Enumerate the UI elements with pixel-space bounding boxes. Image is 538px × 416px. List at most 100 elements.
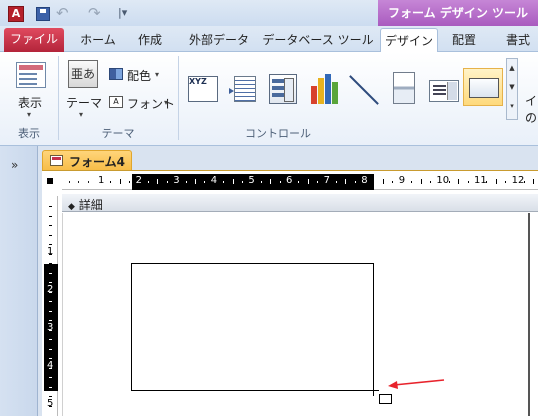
ruler-label-v-2: 2 — [47, 284, 54, 295]
rectangle-control-icon[interactable] — [463, 68, 503, 106]
form-width-edge[interactable] — [528, 213, 530, 416]
ruler-tick — [204, 181, 206, 183]
fonts-dropdown-icon[interactable]: ▾ — [164, 98, 168, 107]
document-tab-label: フォーム4 — [69, 155, 125, 169]
access-app-icon[interactable]: A — [8, 6, 24, 22]
chart-control-icon[interactable] — [311, 72, 339, 104]
ruler-label-v-1: 1 — [47, 246, 54, 257]
ruler-tick — [49, 272, 52, 274]
textbox-control-icon[interactable]: XYZ — [188, 76, 218, 102]
ruler-tick — [383, 179, 384, 184]
theme-icon[interactable]: 亜あ — [68, 60, 98, 88]
form-selector[interactable] — [44, 175, 58, 189]
customize-qat-icon[interactable]: |▾ — [118, 6, 127, 19]
ruler-tick — [49, 405, 52, 407]
save-icon[interactable] — [36, 7, 50, 21]
title-bar: A ↶ ↷ |▾ フォーム デザイン ツール — [0, 0, 538, 26]
view-button-label[interactable]: 表示 — [18, 94, 42, 111]
ruler-tick — [49, 301, 52, 302]
chart-bar-red — [311, 86, 317, 104]
tab-home[interactable]: ホーム — [74, 28, 122, 52]
ruler-tick — [157, 179, 159, 184]
tab-file[interactable]: ファイル — [4, 28, 64, 52]
ruler-tick — [49, 234, 52, 236]
ruler-tick — [49, 320, 52, 321]
annotation-arrow-icon — [388, 379, 445, 389]
group-label-theme: テーマ — [101, 127, 135, 140]
rectangle-tool-cursor-icon — [379, 394, 392, 404]
ruler-tick — [223, 181, 225, 183]
scroll-up-icon[interactable]: ▲ — [507, 59, 517, 78]
ruler-tick — [505, 181, 507, 183]
ruler-label-v-4: 4 — [47, 360, 54, 371]
ruler-tick — [49, 225, 52, 226]
ruler-tick — [495, 179, 497, 184]
ruler-label-h-10: 10 — [436, 175, 450, 186]
ruler-tick — [49, 253, 52, 255]
toggle-button-control-icon[interactable] — [393, 72, 415, 104]
ruler-tick — [232, 179, 234, 184]
group-label-view: 表示 — [18, 127, 40, 140]
theme-button-label[interactable]: テーマ — [66, 94, 102, 111]
ruler-label-h-11: 11 — [474, 175, 487, 186]
colors-dropdown-icon[interactable]: ▾ — [155, 70, 159, 79]
form-icon — [50, 155, 63, 166]
tab-design[interactable]: デザイン — [380, 28, 438, 52]
ruler-tick — [467, 181, 469, 183]
colors-icon[interactable] — [109, 68, 123, 80]
ruler-tick — [279, 181, 281, 183]
ruler-tick — [420, 179, 422, 184]
theme-dropdown-icon[interactable]: ▾ — [79, 110, 83, 119]
tab-external-data[interactable]: 外部データ — [184, 28, 254, 52]
ruler-tick — [49, 358, 52, 359]
contextual-tab-title: フォーム デザイン ツール — [378, 0, 538, 26]
ruler-tick — [110, 181, 112, 183]
detail-section-text: 詳細 — [78, 198, 103, 212]
tab-database-tools[interactable]: データベース ツール — [262, 28, 374, 52]
insert-button-label[interactable]: イの — [525, 92, 538, 126]
ruler-tick — [49, 348, 52, 350]
ruler-label-h-6: 6 — [286, 175, 293, 186]
combo-list-control-icon[interactable] — [269, 74, 297, 104]
ruler-label-h-7: 7 — [323, 175, 330, 186]
ruler-tick — [373, 181, 375, 183]
ruler-tick — [533, 179, 535, 184]
ruler-label-h-4: 4 — [210, 175, 218, 186]
controls-gallery-scrollbar[interactable]: ▲ ▼ ▾ — [506, 58, 518, 120]
listbox-control-icon[interactable] — [229, 76, 256, 102]
ruler-tick — [49, 215, 52, 217]
ruler-tick — [49, 291, 52, 293]
ruler-tick — [69, 181, 70, 183]
ruler-tick — [49, 377, 52, 378]
tab-create[interactable]: 作成 — [132, 28, 168, 52]
view-dropdown-icon[interactable]: ▾ — [27, 110, 31, 119]
ruler-tick — [260, 181, 262, 183]
detail-section-bar[interactable] — [62, 194, 538, 212]
ruler-label-h-3: 3 — [173, 175, 180, 186]
ruler-label-h-12: 12 — [511, 175, 525, 186]
document-tab-form4[interactable]: フォーム4 — [42, 150, 132, 170]
chart-bar-blue — [325, 74, 331, 104]
combo-box-control-icon[interactable] — [429, 80, 459, 102]
gallery-more-icon[interactable]: ▾ — [507, 97, 517, 116]
chart-bar-green — [332, 82, 338, 104]
fonts-icon[interactable]: A — [109, 96, 123, 108]
redo-icon[interactable]: ↷ — [88, 4, 101, 22]
tab-format[interactable]: 書式 — [500, 28, 536, 52]
ruler-label-h-9: 9 — [398, 175, 406, 186]
drawn-rectangle-control[interactable] — [131, 263, 374, 391]
undo-icon[interactable]: ↶ — [56, 4, 69, 22]
line-control-icon[interactable] — [349, 74, 379, 104]
ruler-tick — [354, 181, 356, 183]
scroll-down-icon[interactable]: ▼ — [507, 78, 517, 97]
expand-nav-pane-icon[interactable]: » — [11, 158, 18, 172]
ruler-tick — [49, 329, 52, 331]
ruler-label-h-5: 5 — [248, 175, 255, 186]
view-icon[interactable] — [16, 62, 46, 88]
group-label-controls: コントロール — [245, 127, 311, 140]
section-marker-icon: ◆ — [68, 202, 75, 212]
colors-button-label[interactable]: 配色 — [127, 67, 151, 84]
ruler-tick — [298, 181, 300, 183]
tab-arrange[interactable]: 配置 — [446, 28, 482, 52]
ruler-tick — [119, 179, 121, 184]
